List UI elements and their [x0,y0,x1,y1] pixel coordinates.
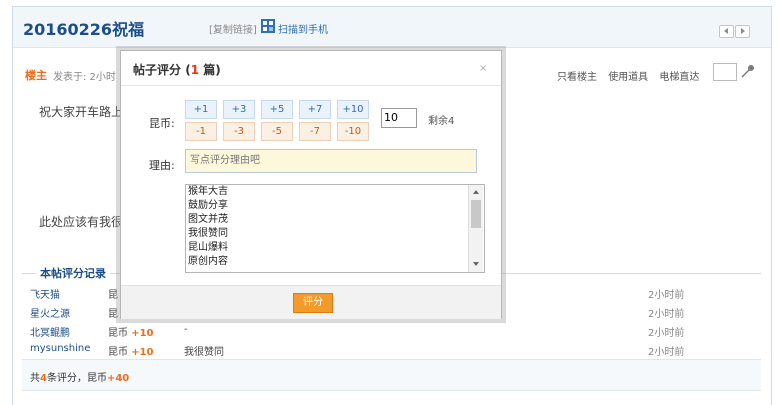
coin-label: 昆币: [149,117,175,130]
scan-to-phone-link[interactable]: 扫描到手机 [278,21,328,36]
reason-option[interactable]: 鼓励分享 [188,199,228,213]
next-thread-button[interactable] [735,25,750,38]
score-minus-1-button[interactable]: -1 [185,122,217,141]
score-minus-10-button[interactable]: -10 [337,122,369,141]
rate-unit: 昆币 +10 [108,347,154,358]
rate-user[interactable]: mysunshine [30,343,90,354]
reason-input[interactable] [185,149,477,173]
score-plus-1-button[interactable]: +1 [185,100,217,119]
score-minus-3-button[interactable]: -3 [223,122,255,141]
scroll-up-icon[interactable] [473,190,479,194]
remaining-score: 剩余4 [428,116,455,127]
rate-unit: 昆 [108,309,118,320]
qr-code-icon[interactable] [261,19,275,33]
reason-list-scrollbar[interactable] [468,185,483,272]
rate-dialog-header: 帖子评分 (1 篇) × [121,51,501,86]
prev-thread-button[interactable] [719,25,734,38]
rate-user[interactable]: 飞天猫 [30,286,60,301]
rate-unit: 昆币 +10 [108,328,154,339]
scroll-down-icon[interactable] [473,262,479,266]
score-plus-7-button[interactable]: +7 [299,100,331,119]
score-minus-5-button[interactable]: -5 [261,122,293,141]
rate-reason: 我很赞同 [184,347,224,358]
rate-dialog: 帖子评分 (1 篇) × 昆币: +1 +3 +5 +7 +10 -1 -3 -… [120,50,502,319]
rate-total-text: 共4条评分，昆币+40 [30,373,130,384]
rate-time: 2小时前 [648,328,685,339]
only-author-link[interactable]: 只看楼主 [557,72,597,83]
reason-option[interactable]: 图文并茂 [188,213,228,227]
post-body-line-2: 此处应该有我很 [39,215,124,229]
rate-time: 2小时前 [648,309,685,320]
reason-option[interactable]: 我很赞同 [188,227,228,241]
rate-time: 2小时前 [648,347,685,358]
rate-record-row: mysunshine 昆币 +10 我很赞同 2小时前 [30,343,770,359]
score-input[interactable]: 10 [381,108,417,128]
reason-options-list[interactable]: 猴年大吉 鼓励分享 图文并茂 我很赞同 昆山爆料 原创内容 [185,184,485,273]
post-title: 20160226祝福 [23,20,145,39]
jump-floor-label: 电梯直达 [659,72,700,83]
reason-option[interactable]: 猴年大吉 [188,185,228,199]
post-header-bar: 20160226祝福 [复制链接] 扫描到手机 [13,7,771,48]
post-actions: 只看楼主 使用道具 电梯直达 [557,68,707,83]
submit-rate-button[interactable]: 评分 [293,293,333,313]
rate-unit: 昆 [108,290,118,301]
reason-option[interactable]: 昆山爆料 [188,241,228,255]
score-plus-5-button[interactable]: +5 [261,100,293,119]
rate-dialog-title: 帖子评分 (1 篇) [133,63,221,77]
copy-link[interactable]: [复制链接] [209,21,257,36]
rate-time: 2小时前 [648,290,685,301]
floor-label: 楼主 [25,69,47,82]
rate-total-bar: 共4条评分，昆币+40 [22,359,761,391]
wrench-icon[interactable] [739,63,755,79]
rate-user[interactable]: 星火之源 [30,305,70,320]
reason-label: 理由: [149,159,175,172]
close-icon[interactable]: × [479,63,487,74]
scroll-thumb[interactable] [471,200,481,228]
rate-user[interactable]: 北冥鲲鹏 [30,324,70,339]
reason-option[interactable]: 原创内容 [188,255,228,269]
jump-floor-input[interactable] [713,63,737,81]
score-plus-3-button[interactable]: +3 [223,100,255,119]
post-body-line-1: 祝大家开车路上 [39,105,124,119]
rate-record-row: 北冥鲲鹏 昆币 +10 - 2小时前 [30,324,770,340]
score-minus-7-button[interactable]: -7 [299,122,331,141]
rate-records-title: 本帖评分记录 [36,265,110,281]
rate-reason: - [184,324,188,335]
use-item-link[interactable]: 使用道具 [608,72,648,83]
posted-time: 发表于: 2小时 [53,72,116,83]
score-plus-10-button[interactable]: +10 [337,100,369,119]
